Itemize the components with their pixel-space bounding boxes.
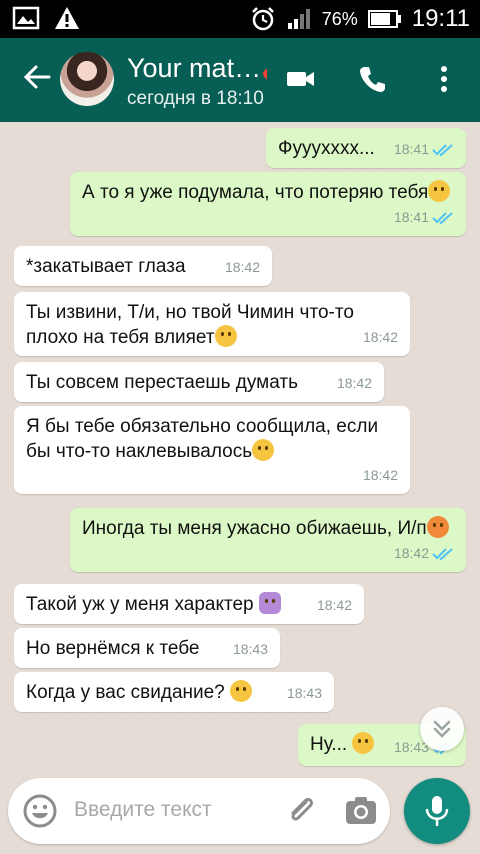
angry-emoji-icon — [426, 516, 449, 538]
message-bubble-incoming[interactable]: Ты извини, Т/и, но твой Чимин что-то пло… — [14, 292, 410, 356]
message-time: 18:42 — [362, 329, 398, 345]
message-text: Ну... — [310, 734, 348, 755]
message-bubble-incoming[interactable]: Такой уж у меня характер 18:42 — [14, 584, 364, 624]
message-text: Ты извини, Т/и, но твой Чимин что-то пло… — [26, 302, 354, 348]
message-time: 18:42 — [224, 259, 260, 275]
person-shrugging-emoji-icon — [258, 592, 281, 614]
emoji-icon[interactable] — [22, 793, 58, 829]
mic-icon — [425, 796, 449, 826]
read-receipt-icon — [432, 547, 453, 560]
contact-name[interactable]: Your mat…🎸 — [127, 52, 267, 84]
message-text: Когда у вас свидание? — [26, 682, 225, 703]
phone-icon[interactable] — [358, 64, 388, 94]
video-call-icon[interactable] — [285, 64, 317, 94]
message-bubble-outgoing[interactable]: Иногда ты меня ужасно обижаешь, И/п 18:4… — [70, 508, 466, 572]
message-bubble-incoming[interactable]: Я бы тебе обязательно сообщила, если бы … — [14, 406, 410, 494]
message-text: А то я уже подумала, что потеряю тебя — [82, 182, 429, 203]
message-text: Такой уж у меня характер — [26, 594, 254, 615]
message-bubble-incoming[interactable]: Ты совсем перестаешь думать 18:42 — [14, 362, 384, 402]
message-time: 18:41 — [393, 141, 429, 157]
chat-header: Your mat…🎸 сегодня в 18:10 — [0, 38, 480, 122]
message-input[interactable] — [74, 798, 274, 822]
message-time: 18:43 — [286, 685, 322, 701]
avatar[interactable] — [60, 52, 114, 106]
message-time: 18:42 — [316, 597, 352, 613]
read-receipt-icon — [432, 143, 453, 156]
message-time: 18:42 — [362, 467, 398, 483]
message-list[interactable]: Фуууххxx... 18:41 А то я уже подумала, ч… — [0, 122, 480, 770]
winking-tongue-emoji-icon — [230, 680, 253, 702]
message-meta: 18:41 — [394, 137, 454, 162]
grimace-emoji-icon — [214, 325, 237, 347]
message-time: 18:42 — [336, 375, 372, 391]
message-text: *закатывает глаза — [26, 256, 186, 277]
message-bubble-outgoing[interactable]: Фуууххxx... 18:41 — [266, 128, 466, 168]
last-seen: сегодня в 18:10 — [127, 88, 264, 109]
gallery-icon — [12, 6, 40, 30]
message-bubble-incoming[interactable]: Но вернёмся к тебе 18:43 — [14, 628, 280, 668]
message-time: 18:43 — [232, 641, 268, 657]
scroll-to-bottom-button[interactable] — [420, 707, 464, 751]
message-text: Ты совсем перестаешь думать — [26, 372, 298, 393]
signal-icon — [287, 9, 310, 29]
battery-icon — [367, 10, 401, 28]
smiling-emoji-icon — [352, 732, 375, 754]
message-bubble-incoming[interactable]: Когда у вас свидание? 18:43 — [14, 672, 334, 712]
message-text: Иногда ты меня ужасно обижаешь, И/п — [82, 518, 427, 539]
message-meta: 18:42 — [394, 541, 454, 566]
sweat-smile-emoji-icon — [428, 180, 451, 202]
message-time: 18:42 — [393, 545, 429, 561]
warning-icon — [55, 7, 79, 29]
chevron-double-down-icon — [433, 720, 451, 738]
attach-icon[interactable] — [284, 794, 318, 828]
status-bar: 76% 19:11 — [0, 0, 480, 38]
back-arrow-icon[interactable] — [22, 62, 52, 92]
message-bubble-incoming[interactable]: *закатывает глаза 18:42 — [14, 246, 272, 286]
voice-record-button[interactable] — [404, 778, 470, 844]
clock: 19:11 — [411, 5, 470, 32]
message-composer — [8, 778, 390, 844]
read-receipt-icon — [432, 211, 453, 224]
message-bubble-outgoing[interactable]: А то я уже подумала, что потеряю тебя 18… — [70, 172, 466, 236]
message-text: Фуууххxx... — [278, 138, 375, 159]
confused-emoji-icon — [252, 439, 275, 461]
message-time: 18:41 — [393, 209, 429, 225]
camera-icon[interactable] — [344, 794, 378, 828]
more-vert-icon[interactable] — [438, 64, 450, 94]
alarm-icon — [251, 7, 274, 31]
message-meta: 18:41 — [394, 205, 454, 230]
battery-percent: 76% — [321, 8, 358, 29]
message-text: Но вернёмся к тебе — [26, 638, 200, 659]
message-text: Я бы тебе обязательно сообщила, если бы … — [26, 416, 379, 462]
